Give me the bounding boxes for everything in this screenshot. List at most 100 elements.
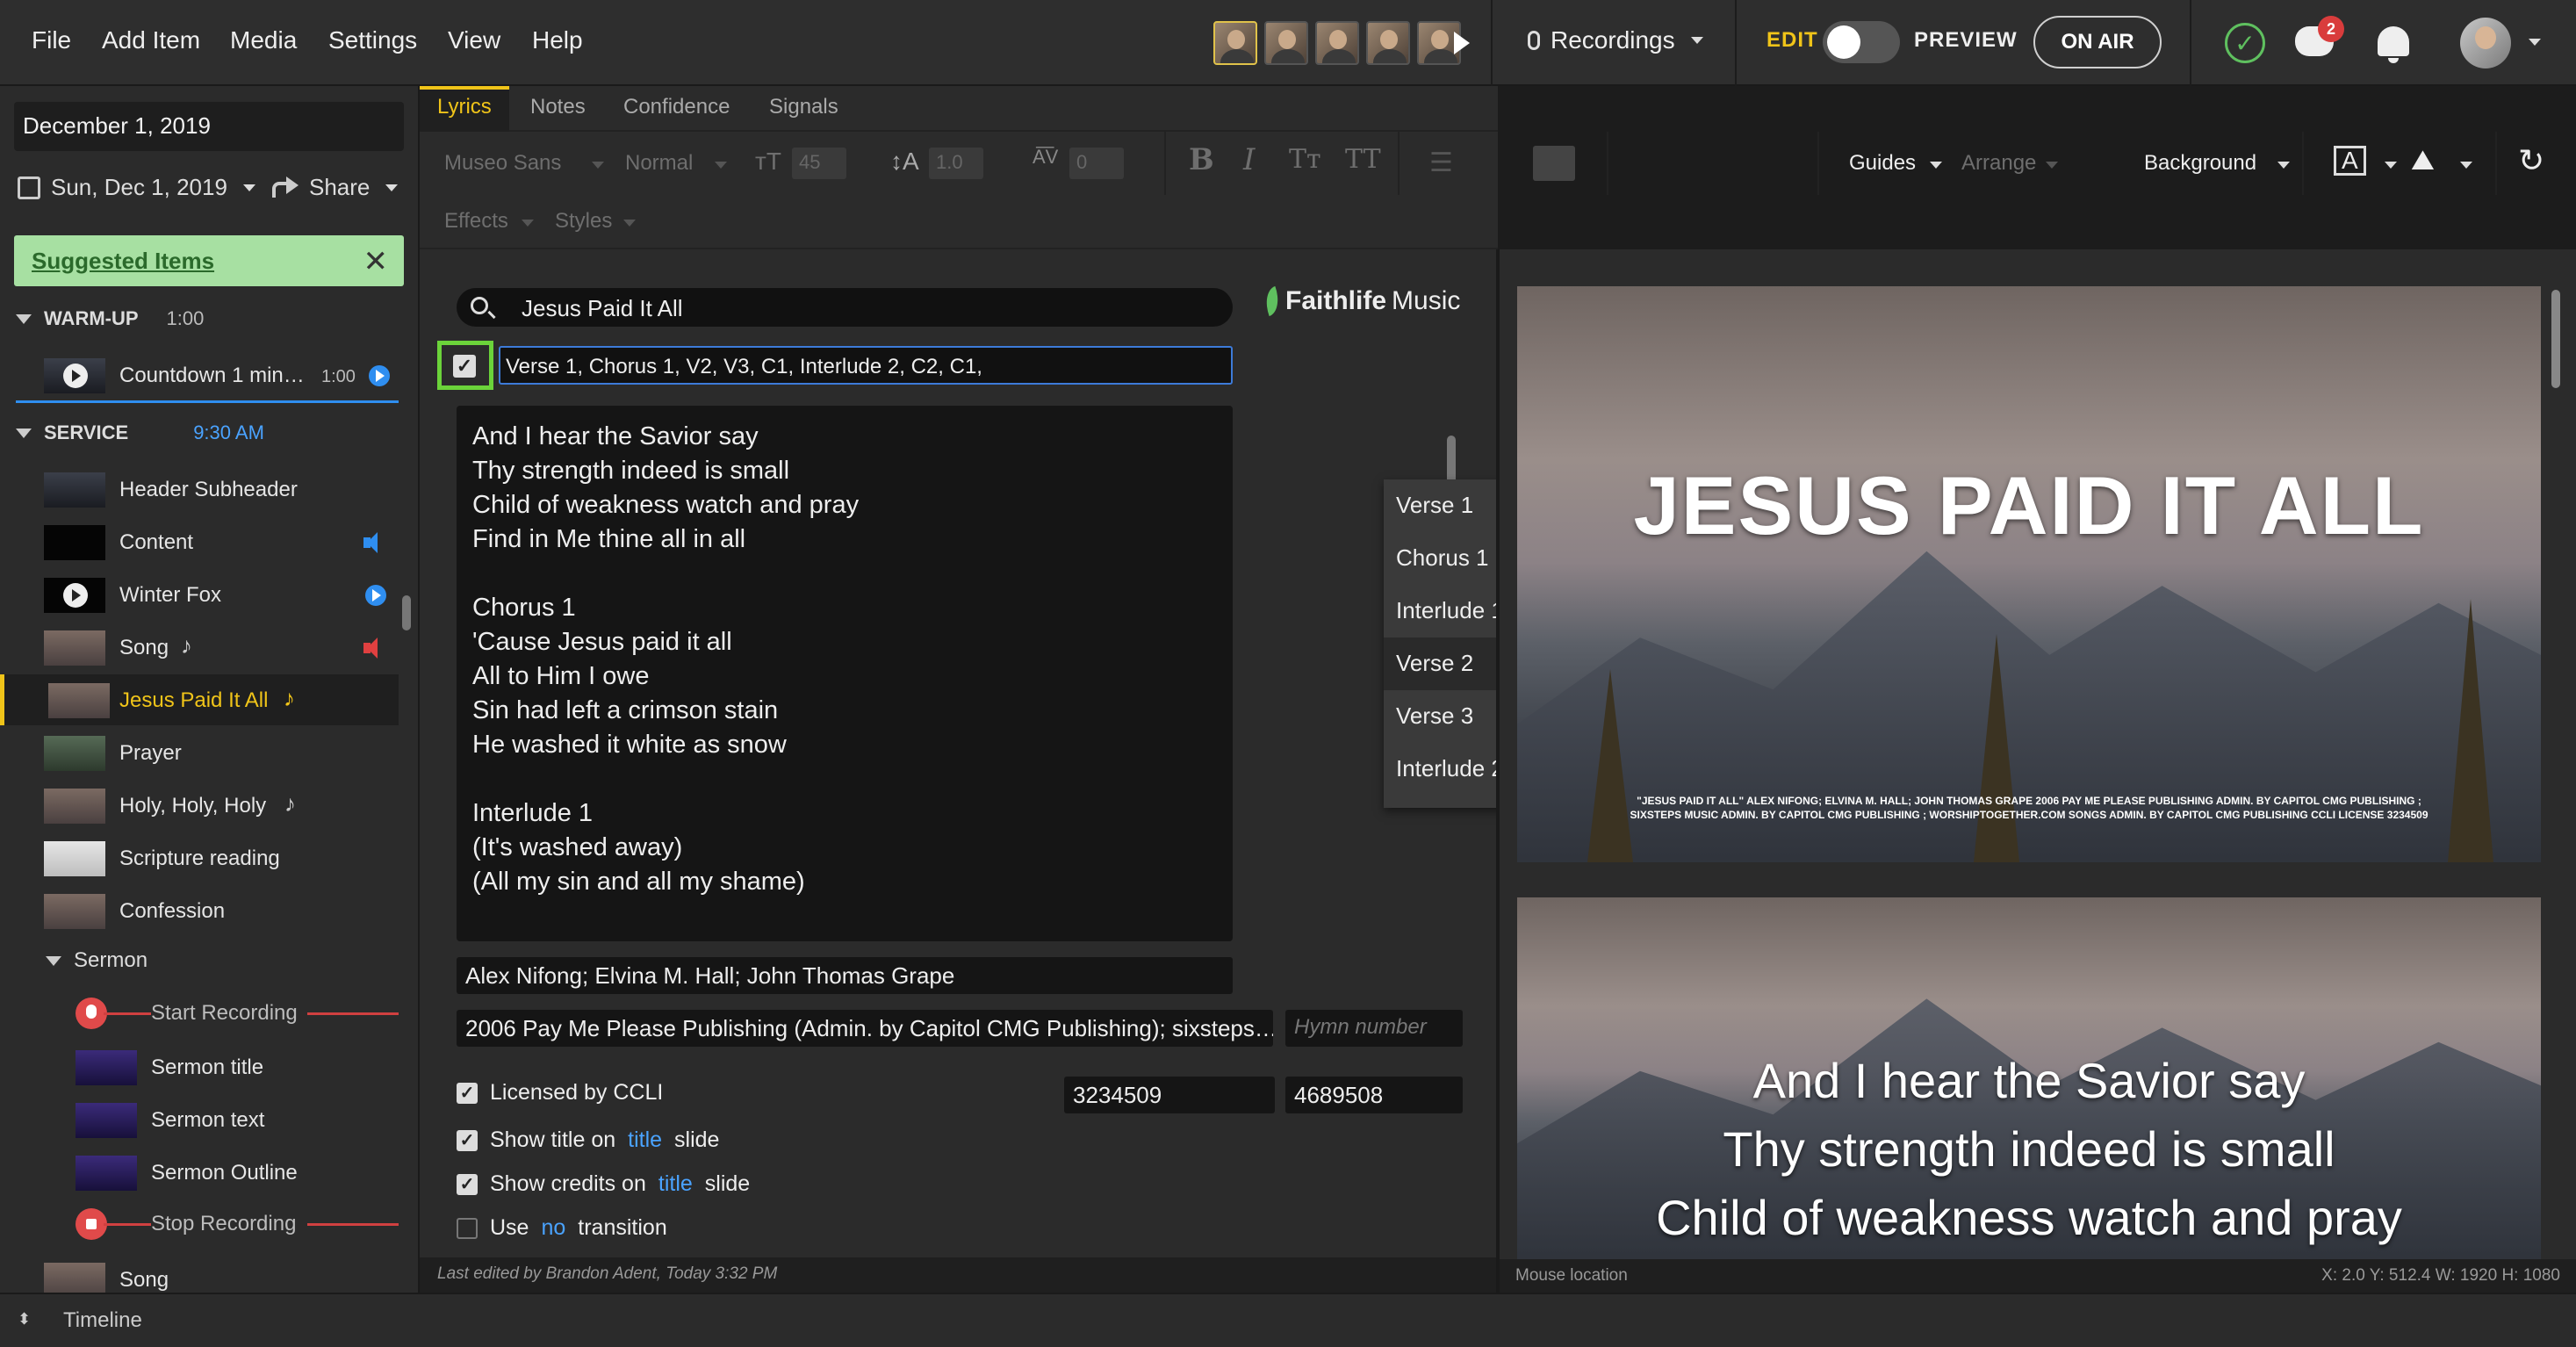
menu-settings[interactable]: Settings	[328, 26, 417, 54]
edit-label[interactable]: EDIT	[1767, 28, 1818, 53]
lyric-slide-preview[interactable]: And I hear the Savior say Thy strength i…	[1517, 897, 2541, 1259]
date-picker[interactable]: Sun, Dec 1, 2019	[18, 174, 255, 201]
title-link[interactable]: title	[628, 1127, 662, 1153]
italic-icon[interactable]: I	[1243, 142, 1255, 177]
guides-dropdown[interactable]: Guides	[1849, 151, 1916, 176]
authors-field[interactable]: Alex Nifong; Elvina M. Hall; John Thomas…	[457, 957, 1233, 994]
list-item[interactable]: Prayer	[0, 727, 399, 778]
expand-icon[interactable]: ⬍	[18, 1310, 31, 1329]
font-size-input[interactable]: 45	[792, 148, 846, 179]
all-caps-icon[interactable]: TT	[1345, 144, 1381, 175]
presence-avatar[interactable]	[1213, 21, 1257, 65]
ccli-license-number[interactable]: 4689508	[1285, 1077, 1463, 1113]
refresh-icon[interactable]: ↻	[2518, 142, 2544, 179]
play-icon[interactable]	[1454, 32, 1470, 54]
section-time[interactable]: 9:30 AM	[193, 421, 264, 444]
checkbox[interactable]: ✓	[457, 1173, 478, 1195]
group-sermon[interactable]: Sermon	[46, 948, 148, 973]
text-box-icon[interactable]: A	[2334, 146, 2366, 176]
preview-scrollbar[interactable]	[2551, 290, 2560, 388]
tab-signals[interactable]: Signals	[769, 95, 838, 119]
play-icon[interactable]	[369, 365, 390, 386]
font-family-select[interactable]: Museo Sans	[444, 151, 561, 176]
effects-dropdown[interactable]: Effects	[444, 209, 508, 234]
transition-option[interactable]: Use no transition	[457, 1215, 667, 1241]
checkbox[interactable]	[457, 1217, 478, 1239]
list-item[interactable]: Confession	[0, 885, 399, 936]
on-air-button[interactable]: ON AIR	[2033, 16, 2162, 68]
line-height-input[interactable]: 1.0	[929, 148, 983, 179]
recordings-dropdown[interactable]: Recordings	[1528, 26, 1703, 54]
stop-recording-item[interactable]: Stop Recording	[0, 1198, 399, 1249]
tab-notes[interactable]: Notes	[530, 95, 586, 119]
chevron-down-icon[interactable]	[2529, 39, 2541, 46]
list-item[interactable]: Countdown 1 min… 1:00	[0, 349, 399, 400]
song-search-input[interactable]: Jesus Paid It All	[457, 288, 1233, 327]
transition-link[interactable]: no	[541, 1215, 565, 1241]
image-icon[interactable]: ⛰	[2411, 144, 2435, 177]
muted-speaker-icon[interactable]	[363, 637, 385, 659]
close-icon[interactable]: ✕	[363, 244, 389, 279]
menu-view[interactable]: View	[448, 26, 500, 54]
color-swatch[interactable]	[1533, 146, 1575, 181]
preview-label[interactable]: PREVIEW	[1914, 28, 2018, 53]
list-item[interactable]: Sermon title	[0, 1041, 399, 1092]
play-icon[interactable]	[365, 585, 386, 606]
hymn-number-field[interactable]: Hymn number	[1285, 1010, 1463, 1047]
title-link[interactable]: title	[658, 1171, 693, 1197]
presence-avatar[interactable]	[1315, 21, 1359, 65]
plan-title-field[interactable]: December 1, 2019	[14, 102, 404, 151]
list-item[interactable]: Header Subheader	[0, 464, 399, 515]
lyrics-editor[interactable]: And I hear the Savior say Thy strength i…	[457, 406, 1233, 941]
licensed-ccli-option[interactable]: ✓ Licensed by CCLI	[457, 1080, 663, 1106]
arrangement-input[interactable]: Verse 1, Chorus 1, V2, V3, C1, Interlude…	[499, 346, 1233, 385]
timeline-bar[interactable]: ⬍ Timeline	[0, 1293, 2576, 1347]
section-service[interactable]: SERVICE 9:30 AM	[16, 421, 264, 444]
show-credits-option[interactable]: ✓ Show credits on title slide	[457, 1171, 750, 1197]
checkbox[interactable]: ✓	[457, 1082, 478, 1104]
list-item[interactable]: Content	[0, 516, 399, 567]
arrangement-checkbox[interactable]: ✓	[453, 355, 476, 378]
small-caps-icon[interactable]: Tт	[1289, 144, 1321, 175]
align-icon[interactable]: ☰	[1429, 148, 1453, 178]
styles-dropdown[interactable]: Styles	[555, 209, 612, 234]
copyright-field[interactable]: 2006 Pay Me Please Publishing (Admin. by…	[457, 1010, 1273, 1047]
ccli-song-number[interactable]: 3234509	[1064, 1077, 1275, 1113]
font-weight-select[interactable]: Normal	[625, 151, 693, 176]
user-avatar[interactable]	[2460, 18, 2511, 68]
menu-media[interactable]: Media	[230, 26, 297, 54]
menu-add-item[interactable]: Add Item	[102, 26, 200, 54]
sidebar-scrollbar[interactable]	[402, 595, 411, 630]
status-check-icon[interactable]: ✓	[2225, 23, 2265, 63]
menu-help[interactable]: Help	[532, 26, 583, 54]
lyric-line: Find in Me thine all in all	[472, 525, 746, 553]
list-item[interactable]: Song	[0, 1254, 399, 1293]
title-slide-preview[interactable]: JESUS PAID IT ALL "JESUS PAID IT ALL" AL…	[1517, 286, 2541, 862]
background-dropdown[interactable]: Background	[2144, 151, 2256, 176]
bell-icon[interactable]	[2378, 26, 2409, 63]
tracking-input[interactable]: 0	[1069, 148, 1124, 179]
tab-lyrics[interactable]: Lyrics	[437, 95, 492, 119]
presence-avatar[interactable]	[1366, 21, 1410, 65]
presence-avatar[interactable]	[1264, 21, 1308, 65]
list-item[interactable]: Winter Fox	[0, 569, 399, 620]
section-warm-up[interactable]: WARM-UP 1:00	[16, 307, 204, 330]
speaker-icon[interactable]	[363, 532, 385, 553]
record-line	[104, 1223, 151, 1226]
list-item[interactable]: Sermon text	[0, 1094, 399, 1145]
list-item[interactable]: Sermon Outline	[0, 1147, 399, 1198]
tab-confidence[interactable]: Confidence	[623, 95, 730, 119]
list-item[interactable]: Song ♪	[0, 622, 399, 673]
menu-file[interactable]: File	[32, 26, 71, 54]
list-item[interactable]: Holy, Holy, Holy ♪	[0, 780, 399, 831]
start-recording-item[interactable]: Start Recording	[0, 987, 399, 1038]
list-item[interactable]: Scripture reading	[0, 832, 399, 883]
bold-icon[interactable]: B	[1189, 142, 1214, 177]
share-button[interactable]: Share	[272, 174, 399, 201]
arrange-dropdown[interactable]: Arrange	[1961, 151, 2036, 176]
checkbox[interactable]: ✓	[457, 1129, 478, 1151]
list-item-selected[interactable]: Jesus Paid It All ♪	[0, 674, 399, 725]
show-title-option[interactable]: ✓ Show title on title slide	[457, 1127, 719, 1153]
suggested-items-link[interactable]: Suggested Items	[32, 248, 214, 275]
edit-preview-toggle[interactable]	[1823, 21, 1900, 63]
